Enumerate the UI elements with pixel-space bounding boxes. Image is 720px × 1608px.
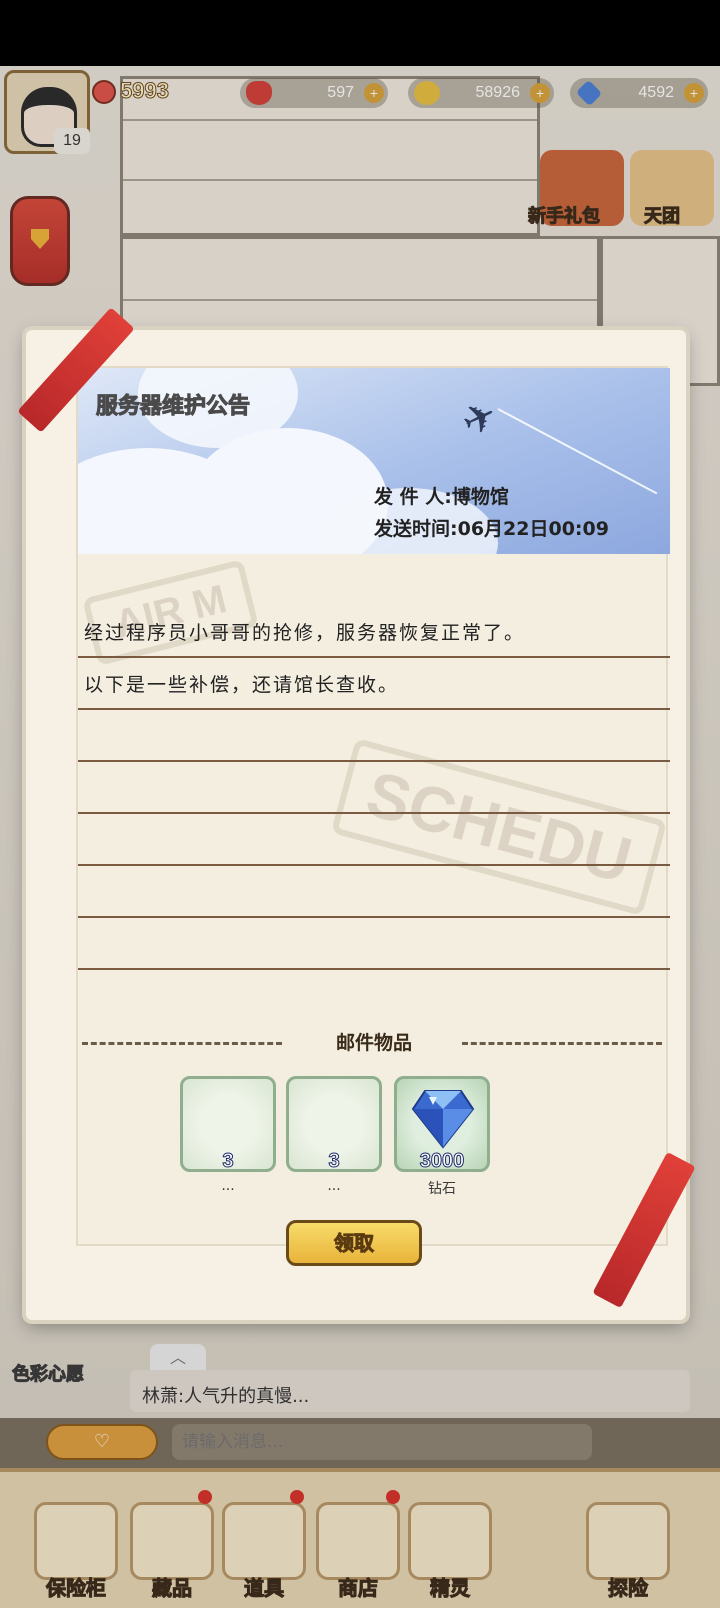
schedule-stamp: SCHEDU: [330, 737, 668, 917]
mail-body: AIR M SCHEDU 经过程序员小哥哥的抢修，服务器恢复正常了。 以下是一些…: [78, 559, 670, 998]
attachment-count: 3000: [419, 1150, 465, 1173]
mail-line-2: 以下是一些补偿，还请馆长查收。: [84, 674, 400, 696]
attachment-item-2[interactable]: 3: [286, 1076, 382, 1173]
mail-paper: ✈ 服务器维护公告 发 件 人:博物馆 发送时间:06月22日00:09 AIR…: [76, 366, 670, 1266]
status-bar: [0, 0, 720, 66]
claim-button[interactable]: 领取: [286, 1220, 422, 1266]
attachment-name: 钻石: [428, 1181, 456, 1197]
postmark-stamp: AIR M: [82, 559, 260, 666]
ruled-line: [78, 916, 670, 918]
attachment-count: 3: [222, 1150, 234, 1173]
contrail: [497, 408, 658, 495]
mail-send-time: 发送时间:06月22日00:09: [374, 518, 609, 540]
attachment-name: ...: [221, 1178, 235, 1194]
ruled-line: [78, 656, 670, 658]
ruled-line: [78, 708, 670, 710]
mail-dialog: ✈ 服务器维护公告 发 件 人:博物馆 发送时间:06月22日00:09 AIR…: [26, 330, 686, 1320]
airplane-icon: ✈: [454, 391, 505, 447]
ruled-line: [78, 760, 670, 762]
diamond-icon: [411, 1090, 475, 1149]
ruled-line: [78, 968, 670, 970]
ruled-line: [78, 812, 670, 814]
attachment-count: 3: [328, 1150, 340, 1173]
ruled-line: [78, 864, 670, 866]
attachment-item-diamond[interactable]: 3000: [394, 1076, 490, 1173]
attachments-header: 邮件物品: [335, 1032, 412, 1054]
mail-line-1: 经过程序员小哥哥的抢修，服务器恢复正常了。: [84, 622, 526, 644]
mail-banner: ✈ 服务器维护公告 发 件 人:博物馆 发送时间:06月22日00:09: [78, 368, 670, 554]
mail-title: 服务器维护公告: [95, 394, 251, 420]
mail-sender: 发 件 人:博物馆: [374, 486, 509, 508]
attachment-item-1[interactable]: 3: [180, 1076, 276, 1173]
attachment-name: ...: [327, 1178, 341, 1194]
